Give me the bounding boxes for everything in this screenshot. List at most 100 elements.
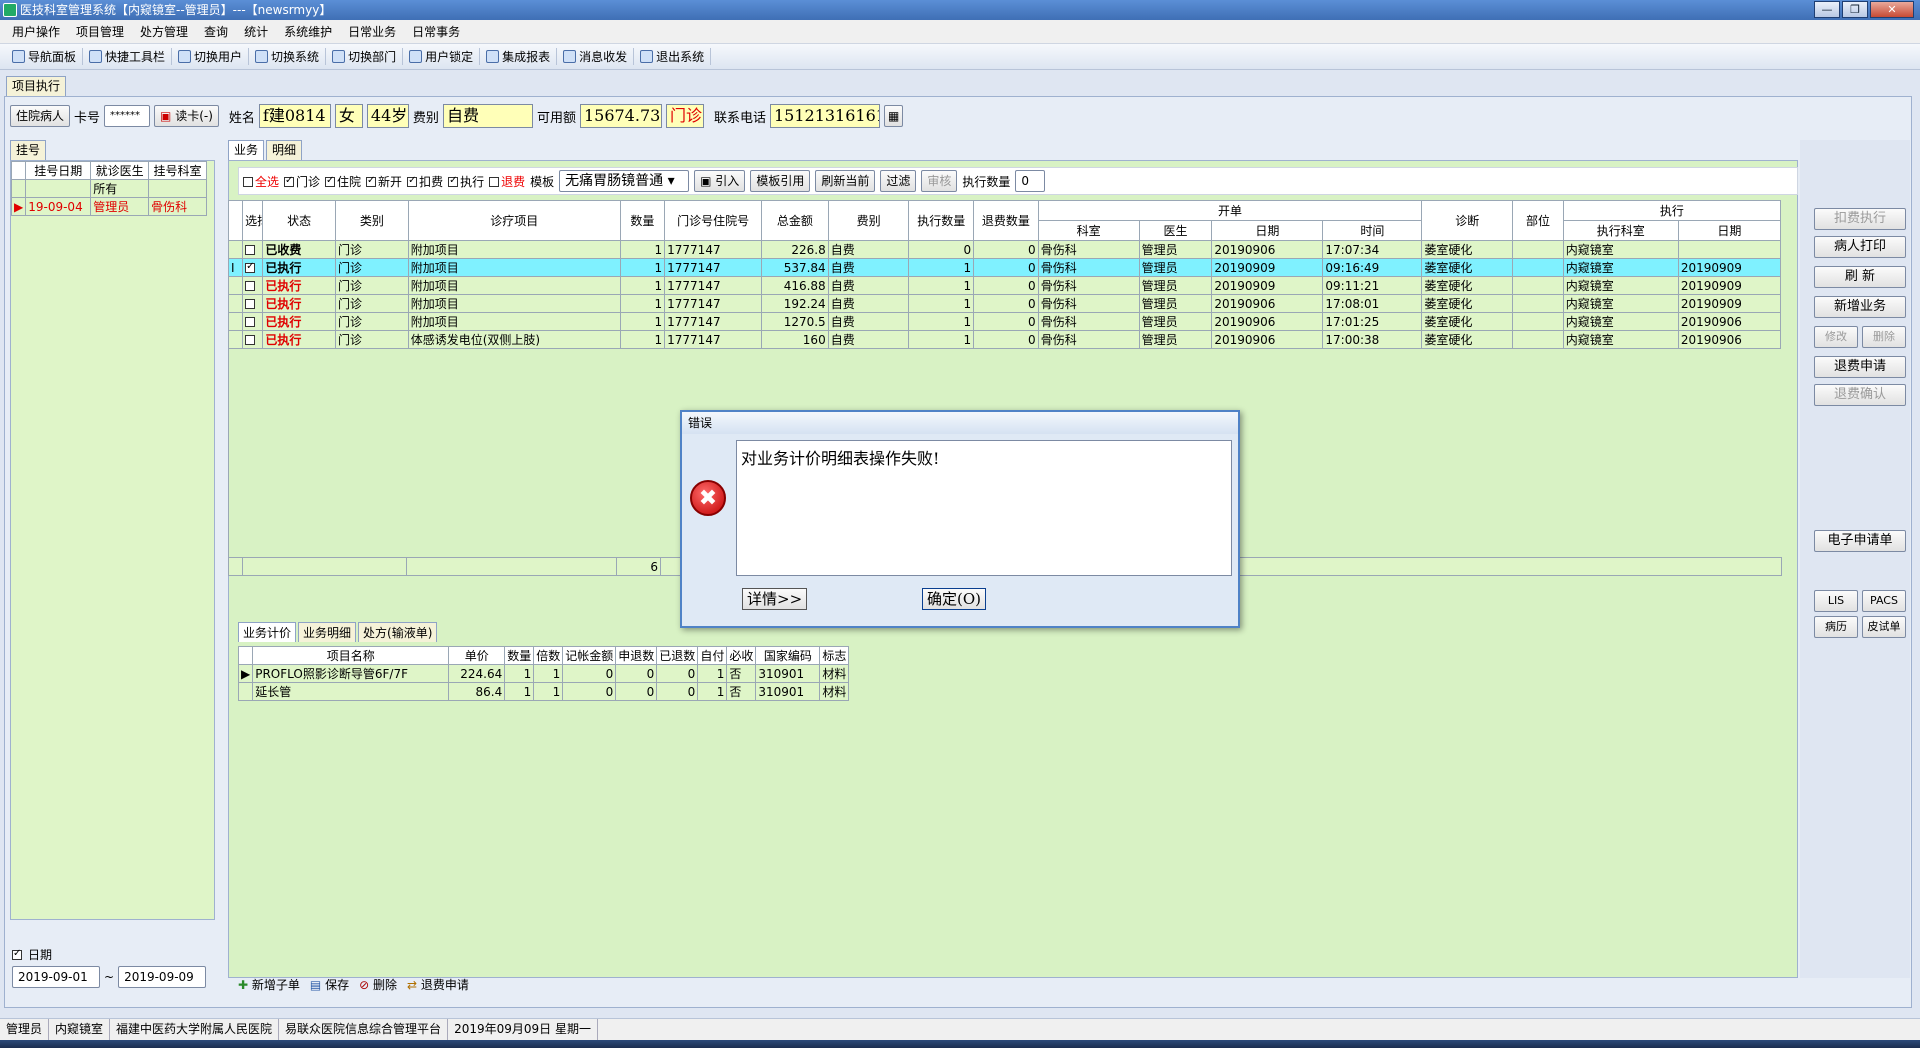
- refund-request-button[interactable]: ⇄ 退费申请: [407, 976, 469, 993]
- col-exec-qty: 执行数量: [908, 200, 975, 241]
- menu-daily-business[interactable]: 日常业务: [340, 23, 404, 40]
- minimize-button[interactable]: —: [1814, 1, 1840, 18]
- read-card-button[interactable]: ▣ 读卡(-): [154, 105, 219, 127]
- date-to-picker[interactable]: 2019-09-09: [118, 966, 207, 988]
- date-from-picker[interactable]: 2019-09-01: [12, 966, 100, 988]
- exec-count-input[interactable]: 0: [1015, 170, 1046, 192]
- row-checkbox: [245, 245, 256, 255]
- refresh-button[interactable]: 刷 新: [1814, 266, 1906, 288]
- skin-test-button[interactable]: 皮试单: [1862, 616, 1906, 638]
- reports-button[interactable]: 集成报表: [480, 48, 558, 65]
- fee-label: 费别: [412, 110, 439, 126]
- exit-button[interactable]: 退出系统: [634, 48, 712, 65]
- window-titlebar: 医技科室管理系统【内窥镜室--管理员】---【newsrmyy】: [0, 0, 1920, 20]
- menu-stats[interactable]: 统计: [236, 23, 276, 40]
- switch-system-button[interactable]: 切换系统: [249, 48, 327, 65]
- calendar-icon[interactable]: ▦: [883, 105, 904, 127]
- pacs-button[interactable]: PACS: [1862, 590, 1906, 612]
- lock-user-button[interactable]: 用户锁定: [403, 48, 481, 65]
- save-button[interactable]: ▤ 保存: [310, 976, 349, 993]
- new-open-checkbox[interactable]: 新开: [366, 173, 402, 190]
- col-category: 类别: [335, 200, 409, 241]
- refund-confirm-button[interactable]: 退费确认: [1814, 384, 1906, 406]
- deduct-execute-button[interactable]: 扣费执行: [1814, 208, 1906, 230]
- tab-detail[interactable]: 明细: [266, 140, 302, 160]
- template-select[interactable]: 无痛胃肠镜普通 ▾: [559, 170, 690, 192]
- close-button[interactable]: ✕: [1870, 1, 1914, 18]
- table-row[interactable]: 已执行 门诊 附加项目 1 1777147 1270.5 自费 1 0 骨伤科 管理员 2019090…: [227, 312, 1782, 331]
- tab-business[interactable]: 业务: [228, 140, 264, 160]
- list-item[interactable]: 延长管 86.4 1 1 0 0 0 1 否 310901 材料: [237, 682, 850, 701]
- status-date: 2019年09月09日 星期一: [448, 1019, 598, 1040]
- menu-prescription[interactable]: 处方管理: [132, 23, 196, 40]
- edit-button[interactable]: 修改: [1814, 326, 1858, 348]
- col-doctor: 就诊医生: [90, 161, 150, 180]
- window-title: 医技科室管理系统【内窥镜室--管理员】---【newsrmyy】: [20, 3, 332, 17]
- lis-button[interactable]: LIS: [1814, 590, 1858, 612]
- business-table: 选择 状态 类别 诊疗项目 数量 门诊号住院号 总金额 费别 执行数量 退费数量…: [227, 200, 1782, 349]
- row-pointer-icon: ▶: [10, 197, 27, 216]
- col-reg-dept: 挂号科室: [148, 161, 207, 180]
- maximize-button[interactable]: ❐: [1842, 1, 1868, 18]
- dropdown-icon: ▾: [667, 173, 675, 189]
- new-business-button[interactable]: 新增业务: [1814, 296, 1906, 318]
- menu-maintenance[interactable]: 系统维护: [276, 23, 340, 40]
- patient-type-button[interactable]: 住院病人: [10, 105, 71, 127]
- card-icon: ▣: [160, 109, 172, 123]
- ok-button[interactable]: 确定(O): [922, 588, 987, 610]
- inpatient-checkbox[interactable]: 住院: [325, 173, 361, 190]
- col-fee-type: 费别: [827, 200, 910, 241]
- tab-registration[interactable]: 挂号: [10, 140, 46, 160]
- refund-checkbox[interactable]: 退费: [489, 173, 525, 190]
- refund-apply-button[interactable]: 退费申请: [1814, 356, 1906, 378]
- menu-user[interactable]: 用户操作: [4, 23, 68, 40]
- balance-value: 15674.73: [579, 104, 662, 128]
- doctor-filter[interactable]: 所有: [90, 179, 150, 198]
- select-all-checkbox[interactable]: 全选: [243, 173, 279, 190]
- patient-print-button[interactable]: 病人打印: [1814, 236, 1906, 258]
- table-row[interactable]: 已执行 门诊 附加项目 1 1777147 416.88 自费 1 0 骨伤科 管理员 2019090…: [227, 276, 1782, 295]
- execute-checkbox[interactable]: 执行: [448, 173, 484, 190]
- table-row[interactable]: I已执行门诊附加项目11777147537.84自费10骨伤科管理员201909…: [227, 258, 1782, 277]
- switch-user-button[interactable]: 切换用户: [172, 48, 250, 65]
- window-controls: — ❐ ✕: [1814, 1, 1914, 18]
- patient-info-bar: 住院病人 卡号 ****** ▣ 读卡(-) 姓名 f建0814 女 44岁 费…: [10, 104, 904, 128]
- date-checkbox[interactable]: [12, 948, 22, 960]
- remove-button[interactable]: 删除: [1862, 326, 1906, 348]
- tab-project-execute[interactable]: 项目执行: [6, 76, 66, 96]
- tab-prescription[interactable]: 处方(输液单): [358, 622, 438, 642]
- medical-record-button[interactable]: 病历: [1814, 616, 1858, 638]
- menu-daily-affairs[interactable]: 日常事务: [404, 23, 468, 40]
- filter-button[interactable]: 过滤: [880, 170, 917, 192]
- table-row[interactable]: 已执行 门诊 附加项目 1 1777147 192.24 自费 1 0 骨伤科 管理员 2019090…: [227, 294, 1782, 313]
- table-row[interactable]: 已执行 门诊 体感诱发电位(双侧上肢) 1 1777147 160 自费 1 0 骨伤科 管理员 20…: [227, 330, 1782, 349]
- template-ref-button[interactable]: 模板引用: [750, 170, 811, 192]
- col-dept: 科室: [1037, 220, 1140, 241]
- row-checkbox: [245, 317, 256, 327]
- nav-panel-button[interactable]: 导航面板: [6, 48, 84, 65]
- deduct-checkbox[interactable]: 扣费: [407, 173, 443, 190]
- delete-button[interactable]: ⊘ 删除: [359, 976, 397, 993]
- error-dialog: 错误 ✖ 对业务计价明细表操作失败! 详情>> 确定(O): [680, 410, 1240, 628]
- outpatient-checkbox[interactable]: 门诊: [284, 173, 320, 190]
- card-number-field[interactable]: ******: [104, 105, 151, 127]
- switch-dept-button[interactable]: 切换部门: [326, 48, 404, 65]
- table-row[interactable]: 已收费 门诊 附加项目 1 1777147 226.8 自费 0 0 骨伤科 管理员 20190906…: [227, 240, 1782, 259]
- e-request-button[interactable]: 电子申请单: [1814, 530, 1906, 552]
- balance-label: 可用额: [536, 110, 576, 126]
- audit-button[interactable]: 审核: [921, 170, 958, 192]
- tab-business-detail[interactable]: 业务明细: [298, 622, 357, 642]
- new-sub-order-button[interactable]: ✚ 新增子单: [238, 976, 300, 993]
- list-item[interactable]: ▶ PROFLO照影诊断导管6F/7F 224.64 1 1 0 0 0 1 否 310901 材料: [237, 664, 850, 683]
- bottom-operations: ✚ 新增子单 ▤ 保存 ⊘ 删除 ⇄ 退费申请: [238, 976, 469, 993]
- tab-pricing[interactable]: 业务计价: [238, 622, 297, 642]
- menu-query[interactable]: 查询: [196, 23, 236, 40]
- messages-button[interactable]: 消息收发: [557, 48, 635, 65]
- menu-project[interactable]: 项目管理: [68, 23, 132, 40]
- refresh-current-button[interactable]: 刷新当前: [815, 170, 876, 192]
- import-button[interactable]: ▣ 引入: [694, 170, 746, 192]
- filter-row: 所有: [10, 179, 207, 198]
- quick-toolbar-button[interactable]: 快捷工具栏: [83, 48, 173, 65]
- table-row[interactable]: ▶ 19-09-04 管理员 骨伤科: [10, 197, 207, 216]
- details-button[interactable]: 详情>>: [742, 588, 808, 610]
